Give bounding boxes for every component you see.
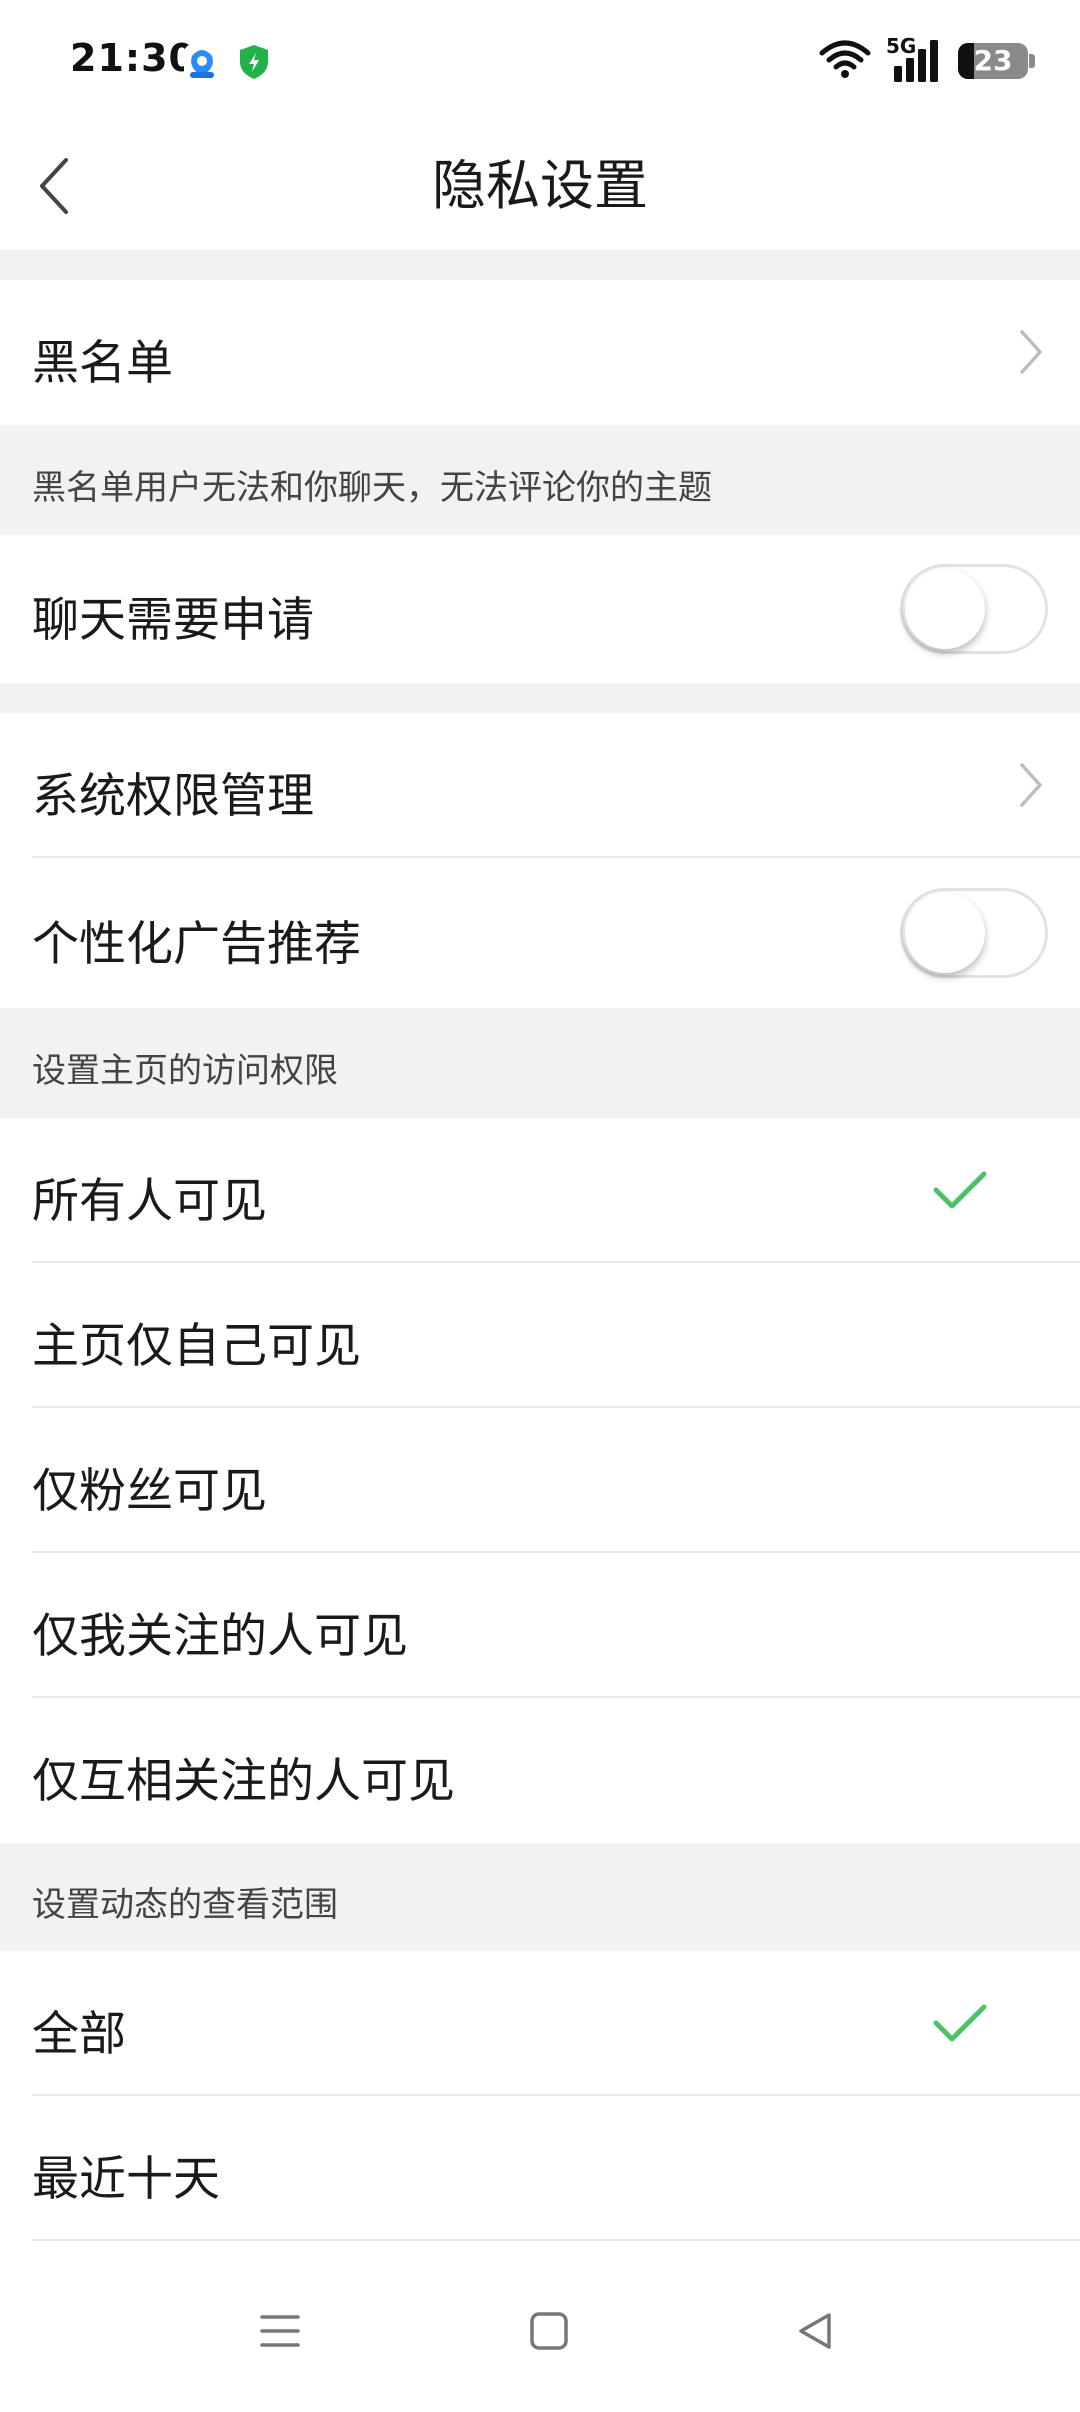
system-permissions-label: 系统权限管理 <box>32 769 314 824</box>
row-divider <box>32 2239 1080 2241</box>
option-label: 仅我关注的人可见 <box>32 1609 408 1664</box>
menu-icon <box>260 2315 300 2347</box>
homepage-option-mutual-only[interactable]: 仅互相关注的人可见 <box>0 1698 1080 1843</box>
homepage-option-following-only[interactable]: 仅我关注的人可见 <box>0 1553 1080 1698</box>
feed-range-title: 设置动态的查看范围 <box>32 1885 338 1925</box>
personalized-ads-toggle[interactable] <box>900 888 1048 978</box>
page-title: 隐私设置 <box>432 154 648 217</box>
navigation-header: 隐私设置 <box>0 122 1080 250</box>
option-label: 主页仅自己可见 <box>32 1319 361 1374</box>
menu-button[interactable] <box>245 2296 315 2366</box>
toggle-knob <box>905 893 985 973</box>
homepage-visibility-title: 设置主页的访问权限 <box>32 1051 338 1091</box>
option-label: 全部 <box>32 2007 126 2062</box>
homepage-option-fans-only[interactable]: 仅粉丝可见 <box>0 1408 1080 1553</box>
feed-option-all[interactable]: 全部 <box>0 1951 1080 2096</box>
personalized-ads-row: 个性化广告推荐 <box>0 858 1080 1008</box>
checkmark-icon <box>933 1171 987 1209</box>
status-right-icons: 5G 23 <box>818 34 1035 84</box>
home-square-icon <box>530 2312 568 2350</box>
blacklist-label: 黑名单 <box>32 336 173 391</box>
privacy-settings-screen: 21:30 5G 23 隐私设置 黑名单 黑名单用户无法和你聊天，无法评论你的主… <box>0 0 1080 2412</box>
home-button[interactable] <box>514 2296 584 2366</box>
personalized-ads-label: 个性化广告推荐 <box>32 917 361 972</box>
status-time: 21:30 <box>70 36 196 80</box>
section-gap <box>0 250 1080 280</box>
chat-request-toggle[interactable] <box>900 564 1048 654</box>
option-label: 仅互相关注的人可见 <box>32 1754 455 1809</box>
back-triangle-icon <box>799 2313 831 2349</box>
system-permissions-row[interactable]: 系统权限管理 <box>0 713 1080 858</box>
option-label: 仅粉丝可见 <box>32 1464 267 1519</box>
homepage-option-self-only[interactable]: 主页仅自己可见 <box>0 1263 1080 1408</box>
option-label: 所有人可见 <box>32 1174 267 1229</box>
system-back-button[interactable] <box>780 2296 850 2366</box>
option-label: 最近十天 <box>32 2152 220 2207</box>
checkmark-icon <box>933 2004 987 2042</box>
back-button[interactable] <box>16 148 92 224</box>
battery-tip <box>1029 54 1035 68</box>
status-bar: 21:30 5G 23 <box>0 0 1080 122</box>
baidu-app-icon <box>182 42 222 82</box>
chevron-left-icon <box>40 158 68 214</box>
section-gap <box>0 683 1080 713</box>
feed-range-section: 设置动态的查看范围 <box>0 1843 1080 1951</box>
wifi-icon <box>818 39 872 83</box>
blacklist-hint: 黑名单用户无法和你聊天，无法评论你的主题 <box>0 425 1080 535</box>
chat-request-label: 聊天需要申请 <box>32 593 314 648</box>
chat-request-row: 聊天需要申请 <box>0 535 1080 683</box>
blacklist-row[interactable]: 黑名单 <box>0 280 1080 425</box>
feed-option-last-ten-days[interactable]: 最近十天 <box>0 2096 1080 2241</box>
toggle-knob <box>905 569 985 649</box>
battery-level-text: 23 <box>973 44 1013 77</box>
cellular-signal-icon: 5G <box>886 34 944 84</box>
blacklist-hint-text: 黑名单用户无法和你聊天，无法评论你的主题 <box>32 468 712 508</box>
chevron-right-icon <box>1020 330 1042 374</box>
security-shield-icon <box>234 42 274 82</box>
chevron-right-icon <box>1020 763 1042 807</box>
homepage-visibility-section: 设置主页的访问权限 <box>0 1008 1080 1118</box>
homepage-option-everyone[interactable]: 所有人可见 <box>0 1118 1080 1263</box>
system-navigation-bar <box>0 2250 1080 2412</box>
battery-icon: 23 <box>958 43 1035 79</box>
